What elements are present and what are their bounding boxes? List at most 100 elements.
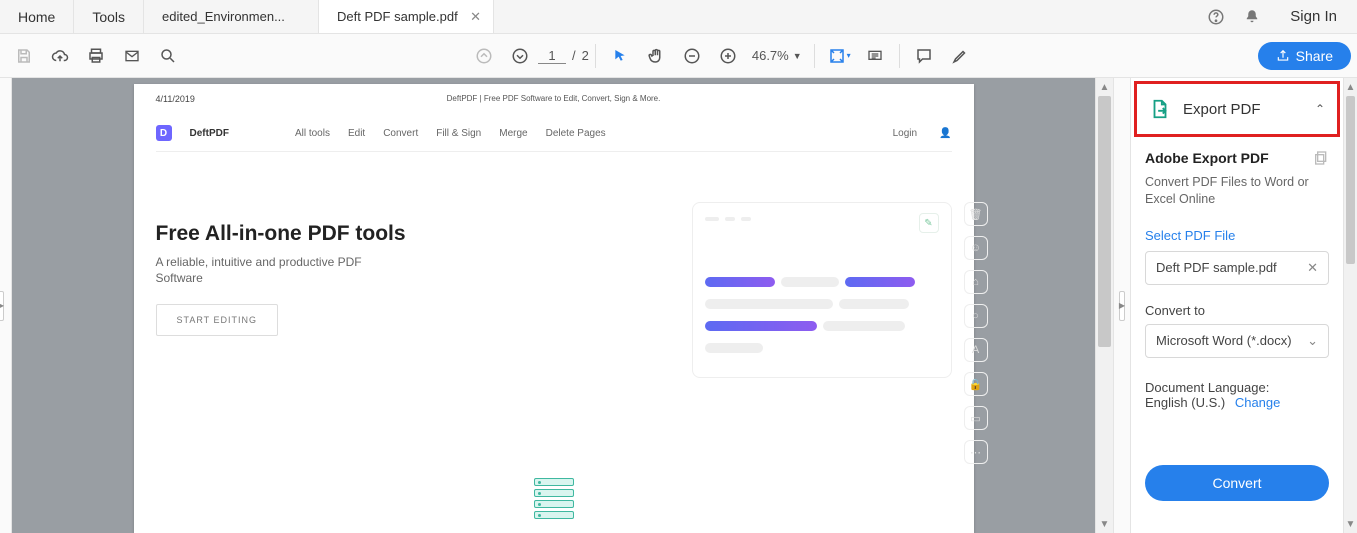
scroll-thumb[interactable] xyxy=(1346,96,1355,264)
user-icon: 👤 xyxy=(939,128,951,139)
doc-nav-alltools: All tools xyxy=(295,128,330,139)
zoom-out-icon[interactable] xyxy=(674,38,710,74)
server-illustration xyxy=(156,478,952,519)
page-up-icon[interactable] xyxy=(466,38,502,74)
home-icon: ⌂ xyxy=(964,270,988,294)
zoom-dropdown[interactable]: 46.7% ▼ xyxy=(746,48,808,63)
main-area: ▶ 4/11/2019 DeftPDF | Free PDF Software … xyxy=(0,78,1357,533)
save-icon[interactable] xyxy=(6,38,42,74)
pdf-page: 4/11/2019 DeftPDF | Free PDF Software to… xyxy=(134,84,974,533)
export-pdf-icon xyxy=(1149,98,1171,120)
sign-in-link[interactable]: Sign In xyxy=(1270,0,1357,33)
document-tab-1[interactable]: edited_Environmen... xyxy=(144,0,319,33)
doc-language-label: Document Language: xyxy=(1145,380,1269,395)
document-tab-2-label: Deft PDF sample.pdf xyxy=(337,9,464,24)
find-icon[interactable] xyxy=(150,38,186,74)
mock-document: ✎ xyxy=(692,202,952,378)
cloud-upload-icon[interactable] xyxy=(42,38,78,74)
text-icon: A xyxy=(964,338,988,362)
doc-logo-icon: D xyxy=(156,125,172,141)
hero-title: Free All-in-one PDF tools xyxy=(156,222,672,246)
document-tab-1-label: edited_Environmen... xyxy=(162,9,306,24)
export-pdf-header[interactable]: Export PDF ⌃ xyxy=(1134,81,1340,137)
export-pdf-label: Export PDF xyxy=(1183,101,1303,118)
right-panel-scrollbar[interactable]: ▲ ▼ xyxy=(1343,78,1357,533)
page-indicator: / 2 xyxy=(538,48,589,64)
left-nav-rail[interactable]: ▶ xyxy=(0,78,12,533)
hero-start-button: START EDITING xyxy=(156,304,279,336)
zoom-in-icon[interactable] xyxy=(710,38,746,74)
share-label: Share xyxy=(1296,48,1333,64)
print-icon[interactable] xyxy=(78,38,114,74)
help-icon[interactable] xyxy=(1198,0,1234,33)
share-button[interactable]: Share xyxy=(1258,42,1351,70)
document-tab-2[interactable]: Deft PDF sample.pdf ✕ xyxy=(319,0,494,33)
notification-bell-icon[interactable] xyxy=(1234,0,1270,33)
viewer-scrollbar[interactable]: ▲ ▼ xyxy=(1095,78,1113,533)
more-icon: ⋯ xyxy=(964,440,988,464)
convert-button[interactable]: Convert xyxy=(1145,465,1329,501)
doc-language-value: English (U.S.) xyxy=(1145,395,1225,410)
trash-icon: 🗑 xyxy=(964,202,988,226)
chevron-down-icon: ▼ xyxy=(793,51,802,61)
email-icon[interactable] xyxy=(114,38,150,74)
export-title: Adobe Export PDF xyxy=(1145,150,1269,166)
page-canvas[interactable]: 4/11/2019 DeftPDF | Free PDF Software to… xyxy=(12,78,1095,533)
document-viewer: ▶ 4/11/2019 DeftPDF | Free PDF Software … xyxy=(0,78,1113,533)
page-total: 2 xyxy=(582,48,589,63)
selected-file-pill: Deft PDF sample.pdf ✕ xyxy=(1145,251,1329,285)
fit-page-icon[interactable]: ▾ xyxy=(821,38,857,74)
expand-right-icon[interactable]: ▶ xyxy=(1119,291,1125,321)
doc-nav-fillsign: Fill & Sign xyxy=(436,128,481,139)
scroll-up-icon[interactable]: ▲ xyxy=(1344,78,1357,96)
page-down-icon[interactable] xyxy=(502,38,538,74)
image-icon: ▭ xyxy=(964,406,988,430)
mock-side-icons: 🗑 ☺ ⌂ ○ A 🔒 ▭ ⋯ xyxy=(964,202,988,464)
scroll-thumb[interactable] xyxy=(1098,96,1111,347)
export-panel-body: Adobe Export PDF Convert PDF Files to Wo… xyxy=(1131,140,1343,517)
home-link[interactable]: Home xyxy=(0,0,74,33)
chevron-up-icon: ⌃ xyxy=(1315,102,1325,116)
export-subtitle: Convert PDF Files to Word or Excel Onlin… xyxy=(1145,174,1329,208)
doc-nav-edit: Edit xyxy=(348,128,365,139)
page-display-icon[interactable] xyxy=(857,38,893,74)
close-tab-icon[interactable]: ✕ xyxy=(470,9,481,25)
pages-icon xyxy=(1313,150,1329,166)
select-tool-icon[interactable] xyxy=(602,38,638,74)
scroll-down-icon[interactable]: ▼ xyxy=(1096,515,1113,533)
zoom-value: 46.7% xyxy=(752,48,789,63)
hand-tool-icon[interactable] xyxy=(638,38,674,74)
scroll-down-icon[interactable]: ▼ xyxy=(1344,515,1357,533)
share-icon xyxy=(1276,49,1290,63)
remove-file-icon[interactable]: ✕ xyxy=(1307,260,1318,276)
right-collapse-rail[interactable]: ▶ xyxy=(1113,78,1131,533)
scroll-up-icon[interactable]: ▲ xyxy=(1096,78,1113,96)
page-header-text: DeftPDF | Free PDF Software to Edit, Con… xyxy=(156,94,952,103)
convert-to-select[interactable]: Microsoft Word (*.docx) ⌄ xyxy=(1145,324,1329,358)
doc-nav-convert: Convert xyxy=(383,128,418,139)
right-tools-panel: Export PDF ⌃ Adobe Export PDF Convert PD… xyxy=(1131,78,1343,533)
doc-top-nav: D DeftPDF All tools Edit Convert Fill & … xyxy=(156,119,952,147)
circle-icon: ○ xyxy=(964,304,988,328)
convert-to-label: Convert to xyxy=(1145,303,1329,318)
convert-to-value: Microsoft Word (*.docx) xyxy=(1156,333,1292,348)
select-file-label[interactable]: Select PDF File xyxy=(1145,228,1329,243)
page-number-input[interactable] xyxy=(538,48,566,64)
doc-login: Login xyxy=(893,128,917,139)
hero-subtitle: A reliable, intuitive and productive PDF… xyxy=(156,254,386,286)
doc-brand: DeftPDF xyxy=(190,128,229,139)
doc-nav-delete: Delete Pages xyxy=(546,128,606,139)
expand-left-icon[interactable]: ▶ xyxy=(0,291,4,321)
chevron-down-icon: ⌄ xyxy=(1307,333,1318,349)
main-toolbar: / 2 46.7% ▼ ▾ Share xyxy=(0,34,1357,78)
highlight-icon[interactable] xyxy=(942,38,978,74)
top-tabs-bar: Home Tools edited_Environmen... Deft PDF… xyxy=(0,0,1357,34)
change-language-link[interactable]: Change xyxy=(1235,395,1281,410)
lock-icon: 🔒 xyxy=(964,372,988,396)
doc-nav-merge: Merge xyxy=(499,128,527,139)
page-sep: / xyxy=(572,48,576,63)
comment-icon[interactable] xyxy=(906,38,942,74)
tools-link[interactable]: Tools xyxy=(74,0,144,33)
person-icon: ☺ xyxy=(964,236,988,260)
selected-file-name: Deft PDF sample.pdf xyxy=(1156,260,1277,275)
